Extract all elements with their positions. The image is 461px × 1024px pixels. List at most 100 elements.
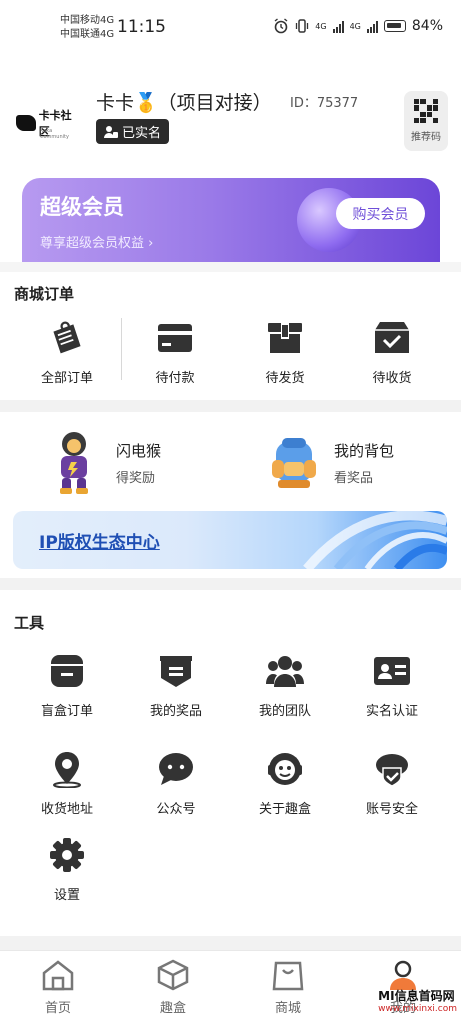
team-icon <box>266 652 304 690</box>
home-icon <box>42 960 74 991</box>
promo-section: 闪电猴 得奖励 我的背包 看奖品 IP版权生态中心 <box>0 412 461 578</box>
kaka-logo: 卡卡社区 Kaka Community <box>16 109 82 140</box>
tool-my-prizes-label: 我的奖品 <box>149 704 202 719</box>
referral-qr-button[interactable]: 推荐码 <box>404 91 448 151</box>
signal-1-icon <box>332 20 344 33</box>
verified-badge: 已实名 <box>96 119 170 144</box>
tab-home[interactable]: 首页 <box>18 959 98 1016</box>
prize-icon <box>157 652 195 690</box>
tool-official-account[interactable]: 公众号 <box>126 750 226 817</box>
watermark-text: MI信息首码网 <box>378 989 455 1003</box>
bag-icon <box>272 961 304 991</box>
blind-box-icon <box>48 652 86 690</box>
shield-icon <box>373 750 411 788</box>
backpack-subtitle: 看奖品 <box>334 471 374 486</box>
backpack-icon <box>272 438 316 488</box>
qr-code-icon <box>414 99 438 123</box>
tab-quhe[interactable]: 趣盒 <box>133 959 213 1016</box>
buy-vip-button[interactable]: 购买会员 <box>336 198 425 229</box>
tool-real-name[interactable]: 实名认证 <box>342 652 442 719</box>
vip-benefits-link[interactable]: 尊享超级会员权益 › <box>40 232 153 251</box>
profile-header: 卡卡社区 Kaka Community 卡卡🥇（项目对接） ID：75377 已… <box>0 88 461 168</box>
order-pending-receipt[interactable]: 待收货 <box>342 319 442 386</box>
package-icon <box>266 319 304 357</box>
user-id: ID：75377 <box>290 96 359 111</box>
wallet-icon <box>156 319 194 357</box>
tab-mall-label: 商城 <box>274 1001 301 1016</box>
network-1-label: 4G <box>315 21 327 31</box>
monkey-subtitle: 得奖励 <box>116 471 156 486</box>
clock: 11:15 <box>117 17 166 37</box>
tab-mall[interactable]: 商城 <box>248 959 328 1016</box>
logo-subtext: Kaka Community <box>40 128 69 140</box>
orders-section-title: 商城订单 <box>14 285 75 303</box>
tool-settings-label: 设置 <box>53 888 80 903</box>
tool-blind-box-orders-label: 盲盒订单 <box>40 704 93 719</box>
tools-grid: 盲盒订单 我的奖品 我的团队 实名认证 收货地址 公众号 关于趣盒 账号安全 设… <box>0 590 461 930</box>
id-card-icon <box>373 652 411 690</box>
battery-percent: 84% <box>411 18 443 34</box>
location-icon <box>48 750 86 788</box>
status-bar: 中国移动4G 中国联通4G 11:15 4G 4G 84% <box>0 0 461 56</box>
vibrate-icon <box>296 19 309 33</box>
swirl-graphic-icon <box>303 511 447 569</box>
backpack-title: 我的背包 <box>334 442 395 460</box>
tool-my-team[interactable]: 我的团队 <box>235 652 335 719</box>
order-all[interactable]: 全部订单 <box>17 319 117 386</box>
tool-about-quhe-label: 关于趣盒 <box>258 802 311 817</box>
divider <box>0 262 461 272</box>
vip-title: 超级会员 <box>40 195 124 219</box>
monkey-mascot-icon <box>60 432 88 494</box>
tool-account-security-label: 账号安全 <box>365 802 418 817</box>
order-all-label: 全部订单 <box>40 371 93 386</box>
order-pending-shipment[interactable]: 待发货 <box>235 319 335 386</box>
tool-shipping-address-label: 收货地址 <box>40 802 93 817</box>
order-pending-payment[interactable]: 待付款 <box>125 319 225 386</box>
carrier-2: 中国联通4G <box>60 29 115 40</box>
watermark: MI信息首码网 www.mixinxi.com <box>378 987 457 1014</box>
battery-icon <box>383 20 406 32</box>
user-verified-icon <box>104 125 118 138</box>
tool-settings[interactable]: 设置 <box>17 836 117 903</box>
order-pending-receipt-label: 待收货 <box>372 371 412 386</box>
clipboard-icon <box>48 319 86 357</box>
backpack-card[interactable]: 我的背包 看奖品 <box>268 436 394 490</box>
bottom-tab-bar: 首页 趣盒 商城 我的 MI信息首码网 www.mixinxi.com <box>0 950 461 1024</box>
network-2-label: 4G <box>349 21 361 31</box>
divider <box>0 400 461 412</box>
signal-2-icon <box>366 20 378 33</box>
box-check-icon <box>373 319 411 357</box>
status-icons: 4G 4G 84% <box>273 18 443 34</box>
watermark-url: www.mixinxi.com <box>378 1004 457 1014</box>
order-pending-payment-label: 待付款 <box>155 371 195 386</box>
tool-my-prizes[interactable]: 我的奖品 <box>126 652 226 719</box>
vip-banner[interactable]: 超级会员 尊享超级会员权益 › 购买会员 <box>22 178 440 262</box>
monkey-title: 闪电猴 <box>116 442 162 460</box>
tool-real-name-label: 实名认证 <box>365 704 418 719</box>
verified-label: 已实名 <box>122 126 162 141</box>
tool-official-account-label: 公众号 <box>156 802 196 817</box>
ip-center-banner[interactable]: IP版权生态中心 <box>13 511 447 569</box>
mascot-icon <box>266 750 304 788</box>
qr-label: 推荐码 <box>411 132 441 143</box>
tab-home-label: 首页 <box>44 1001 71 1016</box>
tool-shipping-address[interactable]: 收货地址 <box>17 750 117 817</box>
chat-icon <box>157 750 195 788</box>
divider <box>0 578 461 590</box>
tool-account-security[interactable]: 账号安全 <box>342 750 442 817</box>
tool-my-team-label: 我的团队 <box>258 704 311 719</box>
cube-icon <box>157 959 189 991</box>
carrier-1: 中国移动4G <box>60 15 115 26</box>
tab-quhe-label: 趣盒 <box>159 1001 186 1016</box>
alarm-icon <box>274 18 288 34</box>
orders-row: 全部订单 待付款 待发货 待收货 <box>0 315 461 395</box>
tool-about-quhe[interactable]: 关于趣盒 <box>235 750 335 817</box>
ip-center-label: IP版权生态中心 <box>39 533 160 553</box>
divider <box>0 936 461 950</box>
carrier-info: 中国移动4G 中国联通4G <box>60 14 114 42</box>
order-pending-shipment-label: 待发货 <box>265 371 305 386</box>
lightning-monkey-card[interactable]: 闪电猴 得奖励 <box>52 430 161 496</box>
tool-blind-box-orders[interactable]: 盲盒订单 <box>17 652 117 719</box>
user-name: 卡卡🥇（项目对接） <box>96 92 272 114</box>
logo-mark-icon <box>16 115 36 131</box>
